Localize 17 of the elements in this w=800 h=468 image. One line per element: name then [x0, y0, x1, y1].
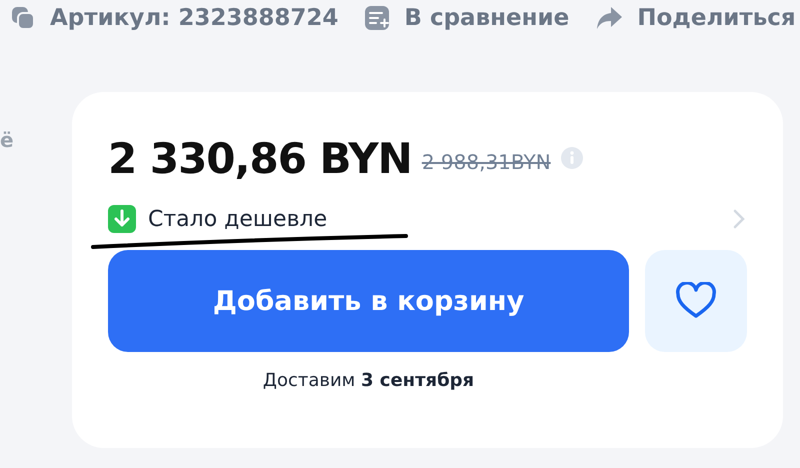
delivery-text: Доставим 3 сентября [262, 370, 476, 391]
chevron-right-icon[interactable] [733, 209, 745, 229]
side-text: ё [0, 127, 14, 154]
action-link[interactable]: Поделиться [595, 5, 796, 31]
add-to-cart-button[interactable]: Добавить в корзину [108, 250, 629, 352]
heart-icon [675, 282, 717, 320]
list-plus-icon[interactable] [364, 5, 390, 31]
old-price: 2 988,31BYN [422, 150, 551, 174]
action-label[interactable]: В сравнение [404, 5, 570, 31]
price-note[interactable]: Стало дешевле [148, 206, 328, 232]
current-price: 2 330,86 BYN [108, 134, 412, 182]
copy-icon[interactable] [10, 5, 36, 31]
favorite-button[interactable] [645, 250, 747, 352]
action-link[interactable]: В сравнение [364, 5, 570, 31]
price-down-icon [108, 205, 136, 233]
share-icon[interactable] [595, 5, 624, 31]
action-label[interactable]: Поделиться [637, 5, 796, 31]
